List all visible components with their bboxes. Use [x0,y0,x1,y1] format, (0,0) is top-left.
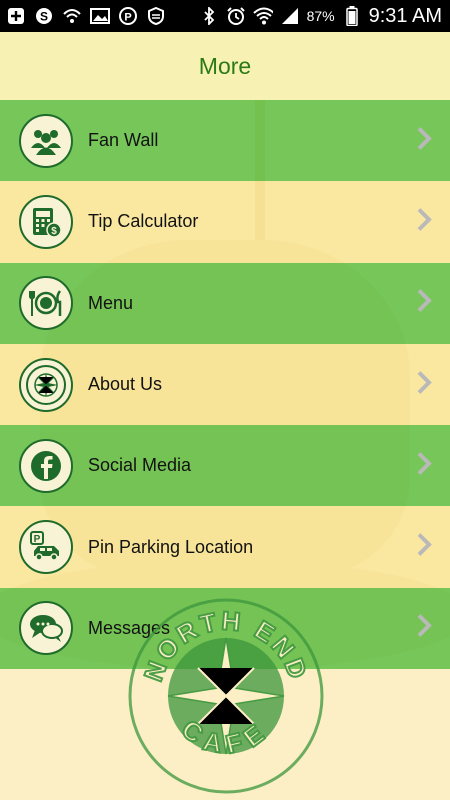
image-icon [90,6,110,26]
menu-item-about-us[interactable]: About Us [0,343,450,426]
menu-item-tip-calculator[interactable]: $ Tip Calculator [0,181,450,263]
facebook-icon [19,438,73,493]
more-menu-list: Fan Wall $ Tip Calculator Menu About Us … [0,100,450,670]
add-icon [6,6,26,26]
svg-text:$: $ [51,226,57,237]
bluetooth-icon [199,6,219,26]
north-end-cafe-logo: NORTH END CAFE [128,598,324,794]
menu-item-fan-wall[interactable]: Fan Wall [0,100,450,182]
menu-item-label: Tip Calculator [88,211,199,232]
menu-item-label: Social Media [88,455,192,476]
alarm-icon [226,6,246,26]
shield-icon [146,6,166,26]
pinterest-icon: P [118,6,138,26]
chevron-right-icon [416,125,432,156]
parking-car-icon: P [19,520,73,575]
battery-icon [342,6,362,26]
calculator-icon: $ [19,194,73,249]
chevron-right-icon [416,369,432,400]
menu-item-label: Menu [88,292,134,313]
wifi-question-icon [62,6,82,26]
signal-icon [280,6,300,26]
app-header: More [0,32,450,100]
menu-item-label: Fan Wall [88,130,159,151]
chevron-right-icon [416,450,432,481]
chevron-right-icon [416,206,432,237]
wifi-icon [252,6,273,26]
battery-percent: 87% [306,8,335,24]
svg-text:P: P [34,534,41,545]
menu-item-menu[interactable]: Menu [0,262,450,344]
chevron-right-icon [416,613,432,644]
page-title: More [198,52,252,79]
svg-text:P: P [124,12,131,24]
menu-item-label: About Us [88,374,163,395]
svg-text:S: S [40,10,48,24]
plate-utensils-icon [19,276,73,331]
menu-item-social-media[interactable]: Social Media [0,425,450,507]
chat-bubbles-icon [19,601,73,656]
people-icon [19,113,73,168]
status-bar: S P 87% 9:31 AM [0,0,450,32]
chevron-right-icon [416,288,432,319]
north-end-compass-icon [19,357,73,412]
clock: 9:31 AM [368,4,442,27]
chevron-right-icon [416,532,432,563]
menu-item-label: Pin Parking Location [88,536,254,557]
menu-item-pin-parking-location[interactable]: P Pin Parking Location [0,506,450,588]
skype-icon: S [34,6,54,26]
